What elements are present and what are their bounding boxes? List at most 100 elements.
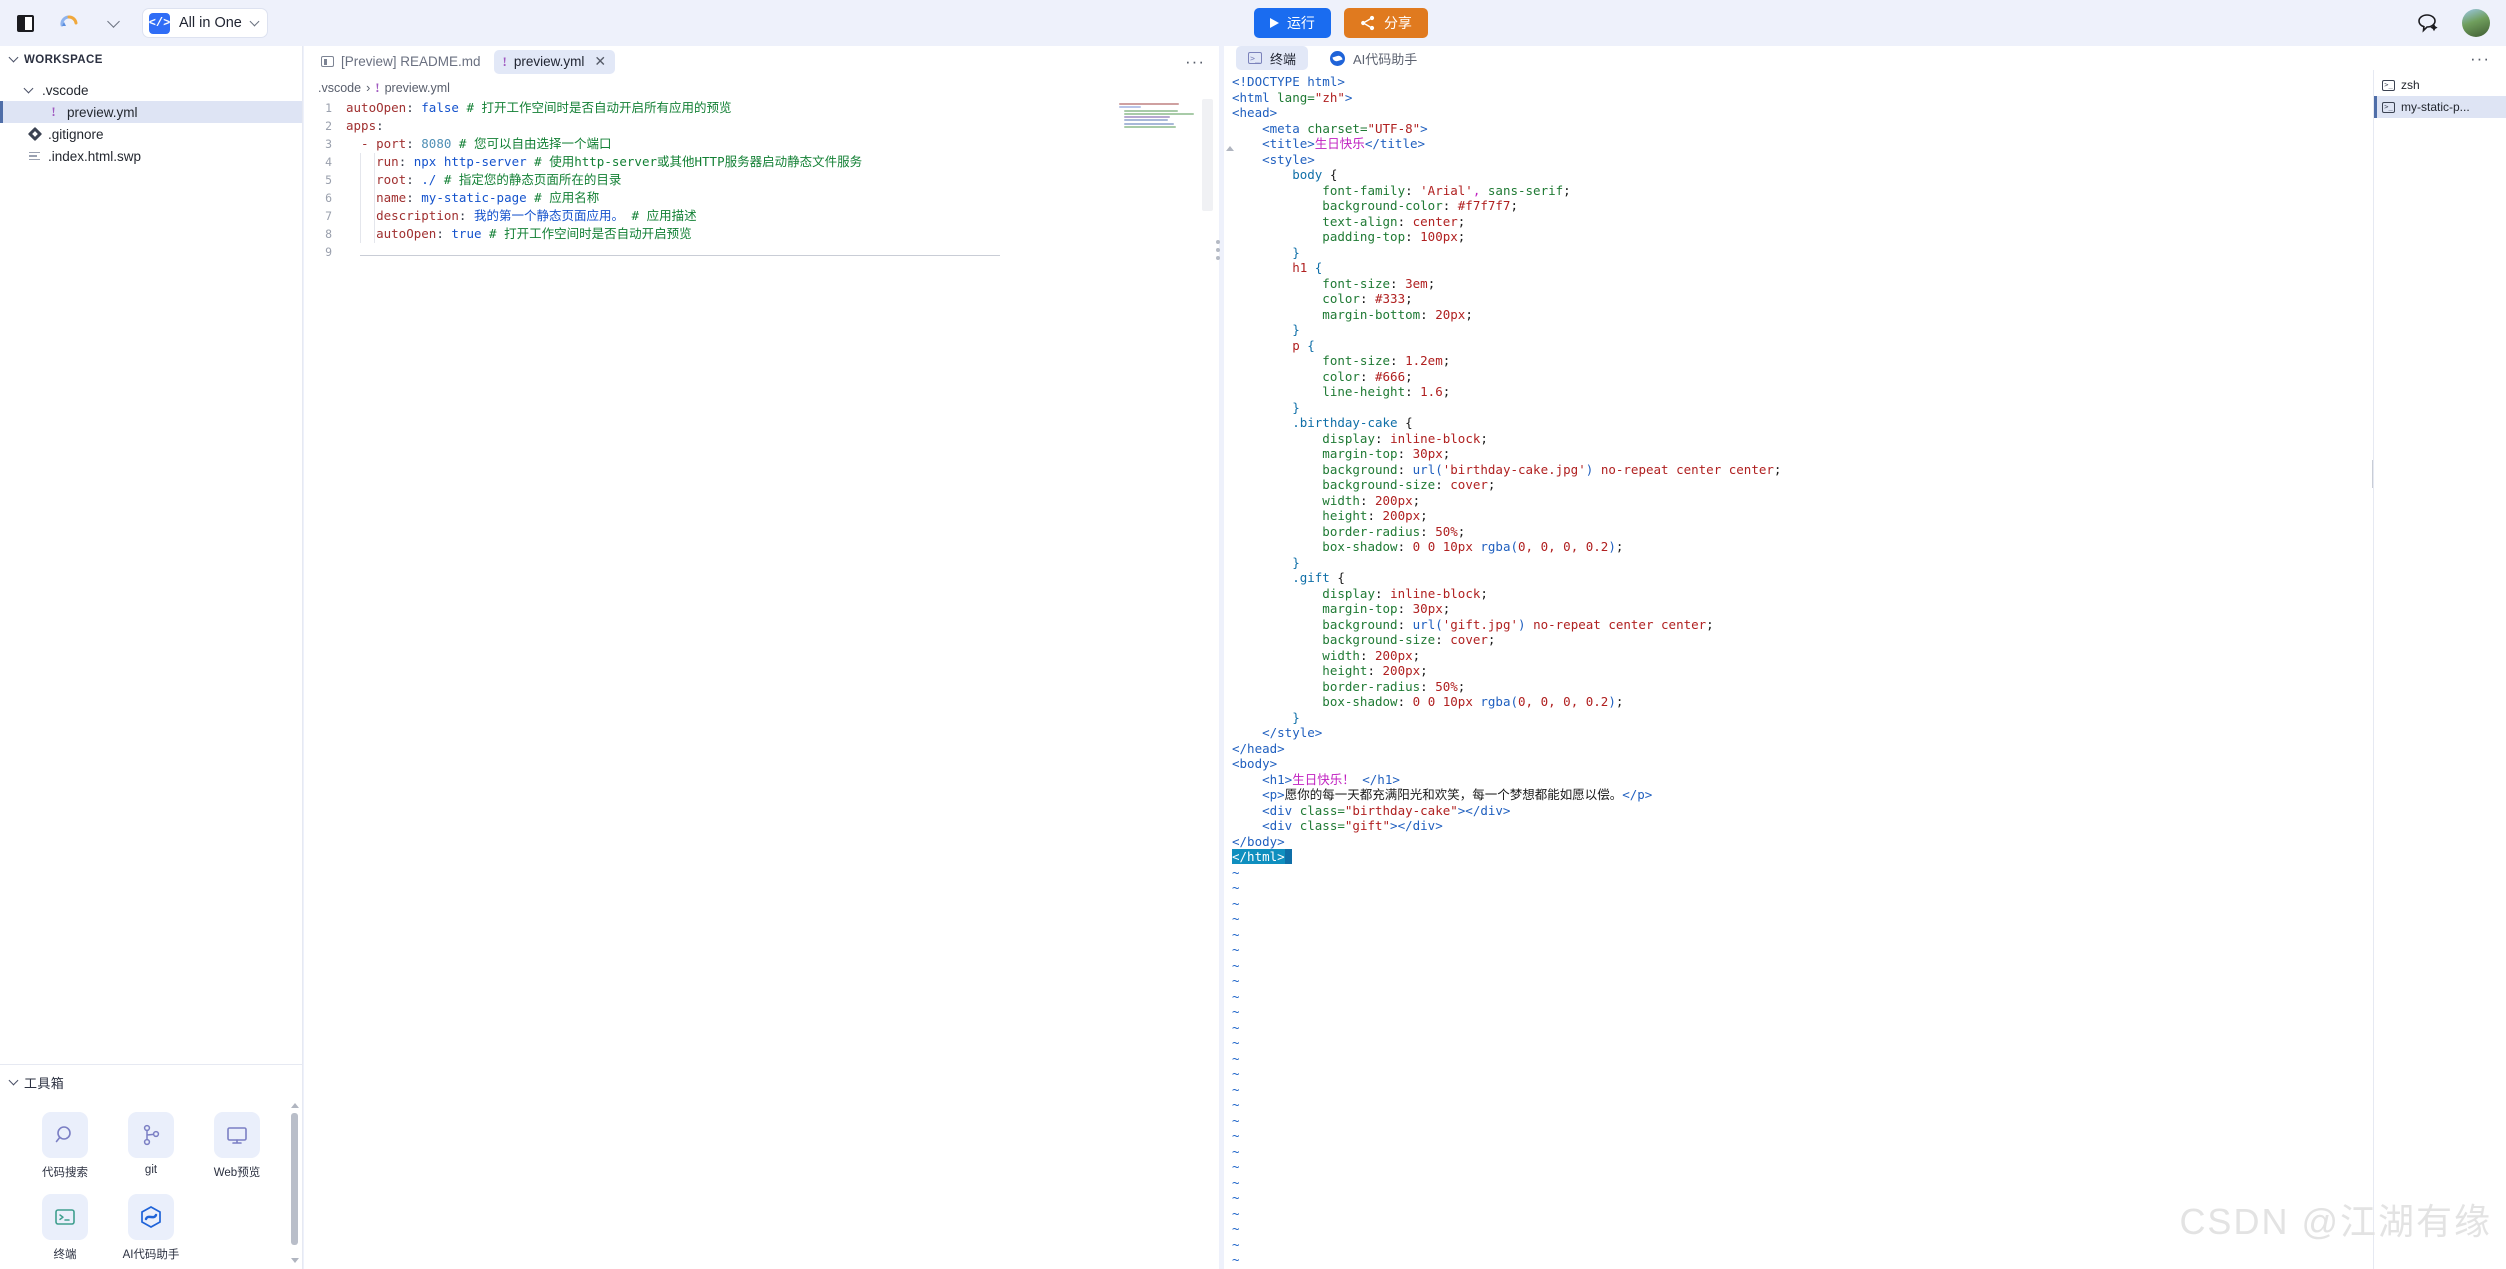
toolbox-title: 工具箱 (24, 1076, 65, 1091)
toolbox-scrollbar[interactable] (290, 1103, 299, 1263)
toolbox-section-header[interactable]: 工具箱 (0, 1069, 302, 1096)
code-line: 3 - port: 8080 # 您可以自由选择一个端口 (304, 135, 1219, 153)
scroll-up-arrow-icon[interactable] (290, 1103, 299, 1108)
top-bar-left: </> All in One (0, 8, 268, 38)
file-tree: .vscode ! preview.yml .gitignore .index.… (0, 73, 302, 167)
terminal-token: : (1397, 601, 1413, 616)
terminal-token: center (1412, 213, 1458, 229)
terminal-token: 'gift.jpg' (1442, 616, 1519, 632)
feedback-button[interactable] (2414, 8, 2444, 38)
terminal-token: </title> (1364, 136, 1426, 151)
terminal-session-my-static-page[interactable]: >_ my-static-p... (2374, 96, 2506, 118)
tab-ai-assistant[interactable]: AI代码助手 (1318, 46, 1429, 70)
user-avatar[interactable] (2462, 9, 2490, 37)
code-token: description (376, 208, 459, 223)
terminal-token: 30px (1412, 601, 1443, 616)
terminal-token: : (1405, 384, 1421, 399)
ai-assistant-icon (1330, 50, 1346, 66)
code-token: : (436, 226, 452, 241)
terminal-line: h1 { (1232, 260, 2373, 276)
tab-terminal[interactable]: >_ 终端 (1236, 46, 1309, 70)
vim-empty-line-marker: ~ (1232, 1236, 1240, 1252)
workspace-section-header[interactable]: WORKSPACE (0, 46, 302, 73)
terminal-token: ; (1457, 523, 1466, 539)
scrollbar-thumb[interactable] (291, 1113, 298, 1245)
run-button[interactable]: 运行 (1253, 8, 1331, 38)
editor-minimap[interactable] (1119, 103, 1194, 143)
breadcrumb-segment-file[interactable]: preview.yml (385, 81, 450, 95)
tool-git[interactable]: git (108, 1112, 194, 1180)
refresh-icon (60, 15, 78, 27)
tool-label: git (144, 1164, 158, 1176)
terminal-token: <title> (1232, 136, 1315, 151)
panel-toggle-button[interactable] (10, 8, 40, 38)
vim-empty-line-marker: ~ (1232, 1221, 1240, 1236)
terminal-session-zsh[interactable]: >_ zsh (2374, 74, 2506, 96)
tree-item-vscode[interactable]: .vscode (0, 79, 302, 101)
terminal-token: inline-block (1390, 585, 1481, 601)
scrollbar-thumb[interactable] (1202, 99, 1213, 211)
terminal-line: color: #333; (1232, 291, 2373, 307)
scroll-up-arrow-icon[interactable] (1226, 146, 1234, 151)
terminal-line: width: 200px; (1232, 493, 2373, 509)
terminal-token: : (1375, 585, 1391, 601)
terminal-token: #333 (1375, 291, 1406, 306)
project-selector[interactable]: </> All in One (142, 8, 268, 38)
terminal-more-actions-button[interactable]: ··· (2470, 50, 2490, 67)
terminal-token: height (1232, 508, 1368, 523)
terminal-body: <!DOCTYPE html> <html lang="zh"> <head> <m… (1224, 70, 2506, 1269)
pane-splitter-handle[interactable] (1216, 240, 1221, 264)
editor-scrollbar[interactable] (1202, 99, 1213, 1269)
line-number: 4 (325, 155, 332, 169)
tree-item-index-html-swp[interactable]: .index.html.swp (0, 145, 302, 167)
vim-empty-line-marker: ~ (1232, 1066, 1240, 1081)
scroll-down-arrow-icon[interactable] (290, 1258, 299, 1263)
tab-readme-preview[interactable]: [Preview] README.md (312, 50, 490, 74)
tab-preview-yml[interactable]: ! preview.yml ✕ (493, 49, 616, 74)
terminal-token: margin-bottom (1232, 306, 1421, 322)
terminal-token: width (1232, 647, 1360, 663)
editor-more-actions-button[interactable]: ··· (1185, 53, 1205, 70)
workspace-title: WORKSPACE (24, 53, 103, 66)
terminal-token: : (1435, 632, 1451, 647)
terminal-split-handle[interactable] (2372, 460, 2373, 488)
terminal-line: <h1>生日快乐！ </h1> (1232, 772, 2373, 788)
terminal-token: 'birthday-cake.jpg' (1442, 461, 1586, 477)
tool-code-search[interactable]: 代码搜索 (22, 1112, 108, 1180)
code-token: port (376, 136, 407, 151)
terminal-token: ) (1608, 539, 1616, 554)
sync-dropdown-button[interactable] (98, 8, 128, 38)
breadcrumb-segment-folder[interactable]: .vscode (318, 81, 361, 95)
yaml-icon: ! (502, 53, 507, 69)
vim-empty-line-marker: ~ (1232, 988, 1240, 1004)
share-button[interactable]: 分享 (1343, 8, 1428, 38)
code-line-content: root: ./ # 指定您的静态页面所在的目录 (346, 171, 621, 189)
terminal-line: .gift { (1232, 570, 2373, 586)
tab-label: 终端 (1270, 51, 1297, 67)
close-icon[interactable]: ✕ (594, 53, 606, 70)
terminal-token: ; (1405, 368, 1413, 384)
terminal-token: : (1359, 492, 1375, 508)
code-token: autoOpen (346, 100, 407, 115)
sync-status-button[interactable] (54, 8, 84, 38)
terminal-token: ; (1442, 353, 1451, 368)
tool-tile (128, 1194, 174, 1240)
vim-empty-line-marker: ~ (1232, 1035, 1240, 1050)
terminal-console[interactable]: <!DOCTYPE html> <html lang="zh"> <head> <m… (1224, 70, 2373, 1269)
tab-label: AI代码助手 (1353, 51, 1418, 67)
session-label: my-static-p... (2401, 100, 2470, 114)
tool-web-preview[interactable]: Web预览 (194, 1112, 280, 1180)
vim-empty-line-marker: ~ (1232, 1174, 1240, 1190)
tool-ai-assistant[interactable]: AI代码助手 (108, 1194, 194, 1262)
terminal-token: ; (1442, 601, 1451, 616)
tool-terminal[interactable]: 终端 (22, 1194, 108, 1262)
terminal-line: margin-bottom: 20px; (1232, 307, 2373, 323)
yaml-code-view[interactable]: 1 autoOpen: false # 打开工作空间时是否自动开启所有应用的预览 2… (304, 99, 1219, 1269)
tree-item-gitignore[interactable]: .gitignore (0, 123, 302, 145)
tree-item-preview-yml[interactable]: ! preview.yml (0, 101, 302, 123)
terminal-token: <div (1232, 802, 1300, 818)
